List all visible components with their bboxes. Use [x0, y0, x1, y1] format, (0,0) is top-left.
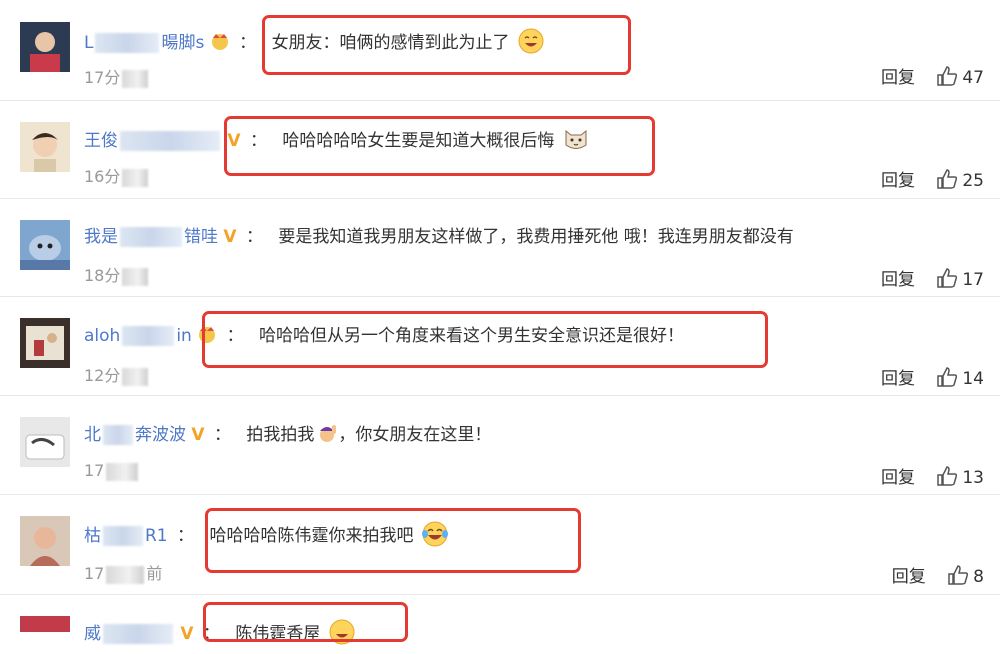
- verified-v-icon: V: [191, 425, 205, 445]
- blurred-name: [120, 131, 220, 151]
- avatar[interactable]: [20, 417, 70, 467]
- avatar[interactable]: [20, 122, 70, 172]
- like-count: 25: [962, 171, 984, 191]
- avatar[interactable]: [20, 220, 70, 270]
- laughing-emoji-icon: [517, 27, 545, 55]
- thumbs-up-icon[interactable]: [936, 366, 958, 388]
- reply-button[interactable]: 回复: [881, 68, 915, 88]
- like-count: 8: [973, 567, 984, 587]
- comment-text: 陈伟霆香屋: [235, 624, 321, 644]
- comment-item: 我是 错哇 V ： 要是我知道我男朋友这样做了，我费用捶死他 哦！我连男朋友都没有…: [0, 198, 1000, 297]
- thumbs-up-icon[interactable]: [936, 65, 958, 87]
- thumbs-up-icon[interactable]: [947, 564, 969, 586]
- like-count: 14: [962, 369, 984, 389]
- verified-v-icon: V: [227, 131, 241, 151]
- laughing-emoji-icon: [328, 618, 356, 646]
- comment-text: 女朋友：咱俩的感情到此为止了: [271, 33, 510, 53]
- comment-item: aloh in ： 哈哈哈但从另一个角度来看这个男生安全意识还是很好！ 12分 回…: [0, 296, 1000, 396]
- cat-emoji-icon: [562, 125, 590, 153]
- blurred-name: [103, 624, 173, 644]
- timestamp: 17分: [84, 64, 150, 88]
- comment-text: 要是我知道我男朋友这样做了，我费用捶死他 哦！我连男朋友都没有: [278, 227, 794, 247]
- timestamp: 17: [84, 461, 140, 481]
- username[interactable]: L: [84, 33, 93, 53]
- avatar[interactable]: [20, 516, 70, 566]
- avatar[interactable]: [20, 22, 70, 72]
- username[interactable]: 王俊: [84, 131, 118, 151]
- crown-icon: [197, 325, 217, 343]
- comment-item: L 暘脚s ： 女朋友：咱俩的感情到此为止了 17分 回复 47: [0, 0, 1000, 101]
- username[interactable]: 威: [84, 624, 101, 644]
- reply-button[interactable]: 回复: [881, 270, 915, 290]
- comment-text-rest: ，你女朋友在这里！: [338, 425, 492, 445]
- timestamp: 16分: [84, 163, 150, 187]
- username[interactable]: 枯: [84, 526, 101, 546]
- crying-laughing-emoji-icon: [421, 520, 449, 548]
- username-suffix[interactable]: in: [176, 326, 192, 346]
- reply-button[interactable]: 回复: [881, 468, 915, 488]
- thumbs-up-icon[interactable]: [936, 168, 958, 190]
- comment-item: 王俊 V ： 哈哈哈哈哈女生要是知道大概很后悔 16分 回复 25: [0, 100, 1000, 199]
- avatar[interactable]: [20, 318, 70, 368]
- blurred-name: [103, 425, 133, 445]
- username-suffix[interactable]: R1: [145, 526, 168, 546]
- blurred-name: [120, 227, 182, 247]
- reply-button[interactable]: 回复: [881, 369, 915, 389]
- verified-v-icon: V: [223, 227, 237, 247]
- like-count: 17: [962, 270, 984, 290]
- timestamp: 17 前: [84, 564, 163, 584]
- hand-raise-emoji-icon: [316, 422, 338, 444]
- comment-item: 枯 R1 ： 哈哈哈哈陈伟霆你来拍我吧 17 前 回复 8: [0, 494, 1000, 595]
- comment-text: 哈哈哈哈哈女生要是知道大概很后悔: [282, 131, 555, 151]
- username-suffix[interactable]: 暘脚s: [161, 33, 204, 53]
- username[interactable]: 北: [84, 425, 101, 445]
- crown-icon: [210, 32, 230, 50]
- comment-text: 哈哈哈但从另一个角度来看这个男生安全意识还是很好！: [259, 326, 685, 346]
- verified-v-icon: V: [180, 624, 194, 644]
- thumbs-up-icon[interactable]: [936, 267, 958, 289]
- username[interactable]: aloh: [84, 326, 120, 346]
- username[interactable]: 我是: [84, 227, 118, 247]
- reply-button[interactable]: 回复: [892, 567, 926, 587]
- username-suffix[interactable]: 错哇: [184, 227, 218, 247]
- blurred-name: [103, 526, 143, 546]
- timestamp: 12分: [84, 362, 150, 386]
- comment-text: 哈哈哈哈陈伟霆你来拍我吧: [209, 526, 414, 546]
- blurred-name: [95, 33, 160, 53]
- avatar[interactable]: [20, 616, 70, 632]
- timestamp: 18分: [84, 262, 150, 286]
- comment-item: 威 V ： 陈伟霆香屋: [0, 594, 1000, 645]
- like-count: 47: [962, 68, 984, 88]
- like-count: 13: [962, 468, 984, 488]
- thumbs-up-icon[interactable]: [936, 465, 958, 487]
- comment-item: 北奔波波 V ： 拍我拍我 ，你女朋友在这里！ 17 回复 13: [0, 395, 1000, 495]
- blurred-name: [122, 326, 175, 346]
- username-suffix[interactable]: 奔波波: [135, 425, 186, 445]
- reply-button[interactable]: 回复: [881, 171, 915, 191]
- comment-text: 拍我拍我: [246, 425, 315, 445]
